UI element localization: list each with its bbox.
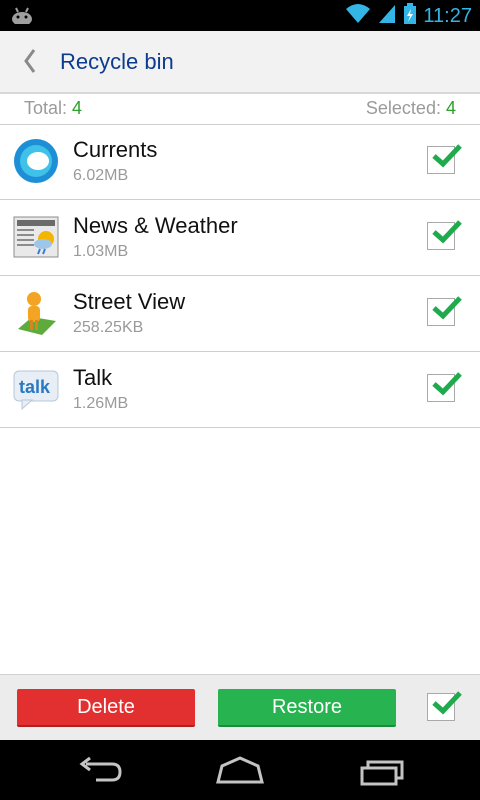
nav-home-button[interactable] [214, 756, 266, 791]
svg-text:talk: talk [19, 377, 51, 397]
list-item[interactable]: Street View 258.25KB [0, 276, 480, 352]
app-size: 6.02MB [73, 167, 129, 184]
checkmark-icon [432, 296, 462, 320]
checkmark-icon [432, 144, 462, 168]
checkmark-icon [432, 372, 462, 396]
app-name: Talk [73, 365, 113, 390]
wifi-icon [345, 3, 371, 30]
signal-icon [377, 3, 397, 30]
item-checkbox[interactable] [427, 220, 462, 250]
item-checkbox[interactable] [427, 372, 462, 402]
app-name: Street View [73, 289, 186, 314]
list-item[interactable]: Currents 6.02MB [0, 124, 480, 200]
total-label: Total: [24, 98, 68, 118]
bottom-action-bar: Delete Restore [0, 674, 480, 741]
app-size: 1.03MB [73, 243, 129, 260]
item-checkbox[interactable] [427, 296, 462, 326]
selected-label: Selected: [365, 98, 441, 118]
street-view-icon [12, 289, 60, 337]
currents-icon [12, 137, 60, 185]
app-name: Currents [73, 137, 158, 162]
nav-recent-button[interactable] [358, 756, 408, 791]
item-checkbox[interactable] [427, 144, 462, 174]
summary-bar: Total: 4 Selected: 4 [0, 93, 480, 125]
action-bar: Recycle bin [0, 31, 480, 94]
chevron-left-icon [24, 49, 36, 73]
nav-back-button[interactable] [76, 756, 124, 791]
back-button[interactable] [14, 45, 46, 77]
list-item[interactable]: News & Weather 1.03MB [0, 200, 480, 276]
page-title: Recycle bin [60, 49, 174, 74]
navigation-bar [0, 740, 480, 800]
app-name: News & Weather [73, 213, 238, 238]
delete-button[interactable]: Delete [17, 689, 195, 727]
app-list: Currents 6.02MB News & Weather 1.03MB St… [0, 124, 480, 428]
recent-apps-icon [360, 760, 404, 786]
talk-icon: talk [12, 365, 60, 413]
app-size: 1.26MB [73, 395, 129, 412]
back-arrow-icon [79, 756, 122, 782]
selected-count: 4 [445, 98, 456, 118]
checkmark-icon [432, 691, 462, 715]
battery-charging-icon [403, 3, 417, 30]
select-all-checkbox[interactable] [427, 691, 462, 721]
android-debug-icon [10, 6, 34, 29]
news-weather-icon [12, 213, 60, 261]
home-icon [216, 756, 264, 784]
clock: 11:27 [423, 5, 472, 27]
restore-button[interactable]: Restore [218, 689, 396, 727]
app-size: 258.25KB [73, 319, 144, 336]
total-count: 4 [72, 98, 83, 118]
checkmark-icon [432, 220, 462, 244]
status-bar: 11:27 [0, 0, 480, 31]
list-item[interactable]: talk Talk 1.26MB [0, 352, 480, 428]
